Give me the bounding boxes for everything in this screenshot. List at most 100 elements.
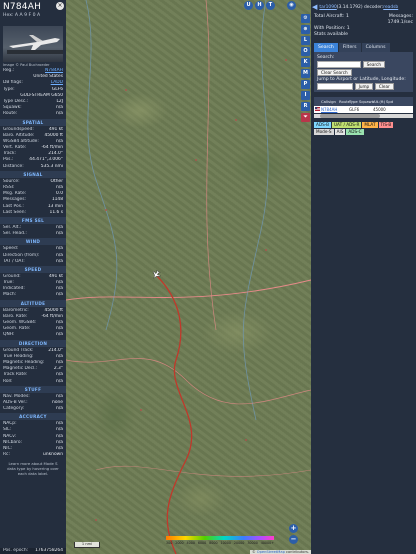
map-button-i[interactable]: I: [301, 91, 310, 100]
map-button-p[interactable]: P: [301, 80, 310, 89]
tab-columns[interactable]: Columns: [361, 43, 390, 52]
detail-value: n/a: [56, 406, 63, 412]
column-header[interactable]: Type: [348, 97, 358, 106]
altitude-tick: 40000+: [260, 541, 274, 545]
detail-value: n/a: [56, 332, 63, 338]
close-icon[interactable]: ×: [56, 2, 64, 10]
clear-button[interactable]: Clear: [374, 83, 394, 90]
cell-spd: [385, 106, 395, 113]
source-legend: ADS-B UAT / ADS-R MLAT TIS-B Mode-S AIS ADS-C: [311, 118, 416, 135]
map-button-r[interactable]: R: [301, 102, 310, 111]
compass-icon[interactable]: ⊕: [301, 25, 310, 34]
version-bar: ◀ tar1090 (3.14.1792) decoder: readsb: [311, 0, 416, 14]
map-tool-strip: ⚙ ⊕ L O K M P I R ⏷: [301, 14, 311, 124]
detail-row: Sel. Head.: n/a: [0, 231, 66, 237]
source-chip: Mode-S: [314, 129, 334, 135]
section-header-wind: WIND: [0, 238, 66, 246]
jump-input[interactable]: [317, 83, 353, 90]
source-chip: MLAT: [362, 122, 378, 128]
section-header-direction: DIRECTION: [0, 339, 66, 347]
zoom-out-button[interactable]: −: [289, 535, 298, 544]
source-legend-row-2: Mode-S AIS ADS-C: [314, 128, 413, 135]
detail-key: Mach:: [3, 292, 17, 298]
cell-route: [338, 106, 348, 113]
map-button-m[interactable]: M: [301, 69, 310, 78]
search-button[interactable]: Search: [362, 61, 385, 68]
table-row[interactable]: N784AH GLF6 45000: [314, 106, 413, 113]
cell-callsign: N784AH: [321, 107, 338, 112]
identity-list: Reg.: N784AH United States DB flags: LADD Typ…: [0, 68, 66, 118]
stats-block: Total Aircraft: 1 Messages: 1749.1/sec With…: [311, 14, 416, 38]
zoom-in-button[interactable]: +: [289, 524, 298, 533]
map-button-l[interactable]: L: [301, 36, 310, 45]
cell-alt: 45000: [373, 107, 386, 112]
stats-value: 1749.1/sec: [387, 20, 413, 25]
altitude-tick: 8000: [209, 541, 218, 545]
scrollbar-thumb[interactable]: [320, 114, 380, 118]
section-header-spatial: SPATIAL: [0, 118, 66, 126]
layers-icon[interactable]: ◉: [287, 1, 296, 10]
map-canvas[interactable]: U H T ◉ + − 300 2000 4000 6000 8000 10000 2000…: [66, 0, 311, 554]
attribution-suffix: contributors.: [284, 550, 309, 554]
altitude-tick: 6000: [197, 541, 207, 545]
map-button-k[interactable]: K: [301, 58, 310, 67]
detail-row: TAT / OAT: n/a: [0, 259, 66, 265]
column-header[interactable]: Spd: [385, 97, 395, 106]
source-legend-row-1: ADS-B UAT / ADS-R MLAT TIS-B: [314, 121, 413, 128]
aircraft-hex: Hex: A A 9 F 0 A: [3, 13, 41, 18]
table-scrollbar[interactable]: [314, 114, 413, 118]
identity-key: Route:: [3, 111, 18, 117]
stats-label: Total Aircraft: 1: [314, 14, 349, 19]
map-button-t[interactable]: T: [266, 1, 275, 10]
map-overlay: [66, 0, 311, 554]
search-label: Search:: [317, 55, 335, 60]
detail-row: Last Seen: 11.6 s: [0, 210, 66, 216]
detail-sections: SPATIAL Groundspeed: 491 kt Baro. Altitude:…: [0, 118, 66, 459]
tab-search[interactable]: Search: [314, 43, 338, 52]
detail-value: n/a: [56, 292, 63, 298]
cell-squawk: [358, 106, 372, 113]
detail-key: Sel. Head.:: [3, 231, 27, 237]
source-chip: ADS-C: [346, 129, 364, 135]
readsb-link[interactable]: readsb: [383, 5, 398, 10]
cell-type: GLF6: [349, 107, 360, 112]
map-button-u[interactable]: U: [244, 1, 253, 10]
detail-row: Category: n/a: [0, 406, 66, 412]
search-input[interactable]: [317, 61, 361, 68]
altitude-gradient: [166, 536, 274, 540]
detail-key: Roll:: [3, 378, 13, 384]
mode-s-note: Learn more about Mode S data type by hov…: [7, 461, 59, 477]
tar1090-link[interactable]: tar1090: [319, 5, 336, 10]
aircraft-detail-panel: N784AH Hex: A A 9 F 0 A × Image © Paul B…: [0, 0, 66, 554]
detail-value: n/a: [56, 378, 63, 384]
aircraft-photo[interactable]: [3, 26, 63, 62]
detail-key: Last Seen:: [3, 209, 26, 215]
section-header-accuracy: ACCURACY: [0, 413, 66, 421]
pos-epoch-label: Pos. epoch:: [3, 547, 29, 553]
filter-icon[interactable]: ⏷: [301, 113, 310, 122]
section-header-fms-sel: FMS SEL: [0, 216, 66, 224]
altitude-tick: 4000: [186, 541, 195, 545]
osm-link[interactable]: OpenStreetMap: [257, 550, 285, 554]
map-button-h[interactable]: H: [255, 1, 264, 10]
control-panel: ◀ tar1090 (3.14.1792) decoder: readsb To…: [311, 0, 416, 554]
aircraft-table-body: N784AH GLF6 45000: [311, 106, 416, 113]
column-header[interactable]: Callsign: [320, 97, 338, 106]
detail-value: n/a: [56, 231, 63, 237]
column-header[interactable]: Route: [338, 97, 350, 106]
detail-key: TAT / OAT:: [3, 258, 25, 264]
jump-button[interactable]: Jump: [354, 83, 374, 90]
detail-row: Mach: n/a: [0, 292, 66, 298]
map-button-o[interactable]: O: [301, 47, 310, 56]
identity-key: Reg.:: [3, 68, 15, 73]
column-header[interactable]: Squawk: [358, 97, 374, 106]
column-header[interactable]: Alt.(ft): [372, 97, 385, 106]
clear-search-button[interactable]: Clear Search: [317, 69, 352, 76]
collapse-arrow-icon[interactable]: ◀: [312, 3, 317, 11]
detail-row: Distance: 535.3 nmi: [0, 164, 66, 170]
altitude-tick: 20000: [233, 541, 245, 545]
tab-filters[interactable]: Filters: [338, 43, 361, 52]
altitude-tick: 30000: [247, 541, 258, 545]
aircraft-callsign: N784AH: [3, 2, 42, 12]
settings-gear-icon[interactable]: ⚙: [301, 14, 310, 23]
